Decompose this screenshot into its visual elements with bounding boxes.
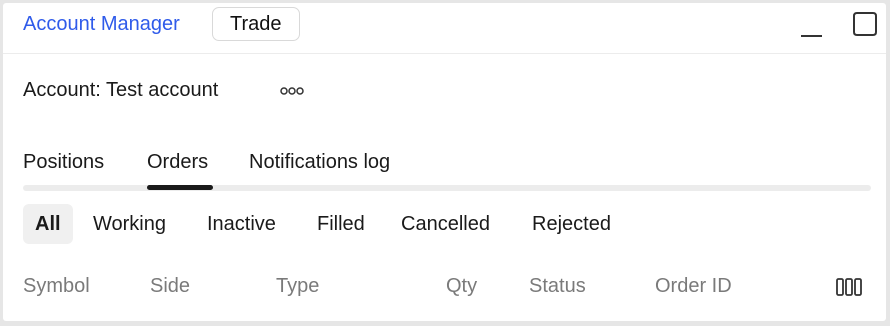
tab-orders[interactable]: Orders bbox=[147, 151, 208, 174]
tab-positions[interactable]: Positions bbox=[23, 151, 104, 174]
column-header-order-id[interactable]: Order ID bbox=[655, 275, 732, 298]
column-header-side[interactable]: Side bbox=[150, 275, 190, 298]
column-header-type[interactable]: Type bbox=[276, 275, 319, 298]
filter-inactive[interactable]: Inactive bbox=[195, 204, 288, 244]
panel-header: Account Manager Trade bbox=[3, 3, 886, 54]
filter-cancelled[interactable]: Cancelled bbox=[389, 204, 502, 244]
column-header-qty[interactable]: Qty bbox=[446, 275, 477, 298]
columns-icon[interactable] bbox=[835, 277, 863, 297]
filter-filled[interactable]: Filled bbox=[305, 204, 377, 244]
account-manager-panel: Account Manager Trade Account: Test acco… bbox=[3, 3, 886, 321]
column-header-symbol[interactable]: Symbol bbox=[23, 275, 90, 298]
column-header-status[interactable]: Status bbox=[529, 275, 586, 298]
tab-notifications-log[interactable]: Notifications log bbox=[249, 151, 390, 174]
minimize-icon[interactable] bbox=[800, 19, 824, 39]
filter-all[interactable]: All bbox=[23, 204, 73, 244]
filter-working[interactable]: Working bbox=[81, 204, 178, 244]
account-manager-tab[interactable]: Account Manager bbox=[23, 13, 180, 36]
maximize-icon[interactable] bbox=[852, 11, 878, 37]
active-tab-indicator bbox=[147, 185, 213, 190]
account-label: Account: Test account bbox=[23, 79, 219, 101]
trade-button[interactable]: Trade bbox=[212, 7, 300, 41]
more-options-icon[interactable] bbox=[279, 83, 309, 99]
filter-rejected[interactable]: Rejected bbox=[520, 204, 623, 244]
